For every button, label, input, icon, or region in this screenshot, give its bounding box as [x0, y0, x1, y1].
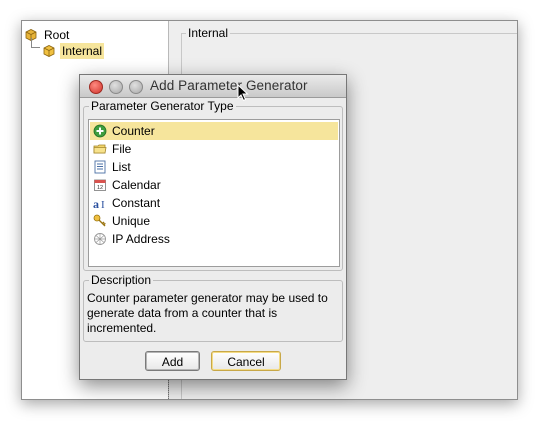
- description-group-title: Description: [89, 273, 154, 287]
- mouse-pointer-icon: [237, 84, 249, 102]
- list-item-label: Unique: [112, 214, 151, 228]
- dialog-titlebar[interactable]: Add Parameter Generator: [80, 75, 346, 98]
- svg-text:a: a: [93, 197, 99, 210]
- tree-connector: [31, 38, 32, 47]
- generator-type-group-title: Parameter Generator Type: [89, 99, 236, 113]
- list-item-constant[interactable]: a I Constant: [90, 194, 338, 212]
- tree-node-root-label: Root: [44, 28, 70, 42]
- key-icon: [93, 214, 107, 228]
- tree-connector: [31, 47, 40, 48]
- list-item-label: Calendar: [112, 178, 161, 192]
- list-item-ip-address[interactable]: IP Address: [90, 230, 338, 248]
- detail-group-title: Internal: [186, 26, 231, 40]
- list-item-label: File: [112, 142, 132, 156]
- tree-node-internal[interactable]: Internal: [42, 43, 105, 59]
- generator-type-list[interactable]: Counter File List 12 Calendar a I Consta…: [88, 119, 340, 267]
- list-item-calendar[interactable]: 12 Calendar: [90, 176, 338, 194]
- list-item-file[interactable]: File: [90, 140, 338, 158]
- add-button[interactable]: Add: [145, 351, 200, 371]
- description-group: Description Counter parameter generator …: [83, 273, 343, 342]
- list-item-unique[interactable]: Unique: [90, 212, 338, 230]
- folder-icon: [93, 142, 107, 156]
- calendar-icon: 12: [93, 178, 107, 192]
- list-item-label: Counter: [112, 124, 155, 138]
- list-item-label: IP Address: [112, 232, 170, 246]
- tree-node-internal-label: Internal: [60, 43, 105, 59]
- generator-type-group: Parameter Generator Type Counter File Li…: [83, 99, 343, 271]
- list-item-label: List: [112, 160, 131, 174]
- close-window-button[interactable]: [89, 80, 103, 94]
- cube-icon: [42, 44, 56, 58]
- svg-text:I: I: [101, 199, 105, 210]
- minimize-window-button[interactable]: [109, 80, 123, 94]
- add-parameter-generator-dialog: Add Parameter Generator Parameter Genera…: [79, 74, 347, 380]
- svg-text:12: 12: [97, 185, 103, 191]
- zoom-window-button[interactable]: [129, 80, 143, 94]
- network-icon: [93, 232, 107, 246]
- list-item-counter[interactable]: Counter: [90, 122, 338, 140]
- plus-circle-icon: [93, 124, 107, 138]
- description-text: Counter parameter generator may be used …: [87, 291, 328, 335]
- dialog-title: Add Parameter Generator: [150, 78, 308, 93]
- list-item-label: Constant: [112, 196, 161, 210]
- list-icon: [93, 160, 107, 174]
- list-item-list[interactable]: List: [90, 158, 338, 176]
- constant-icon: a I: [93, 196, 107, 211]
- cancel-button[interactable]: Cancel: [211, 351, 281, 371]
